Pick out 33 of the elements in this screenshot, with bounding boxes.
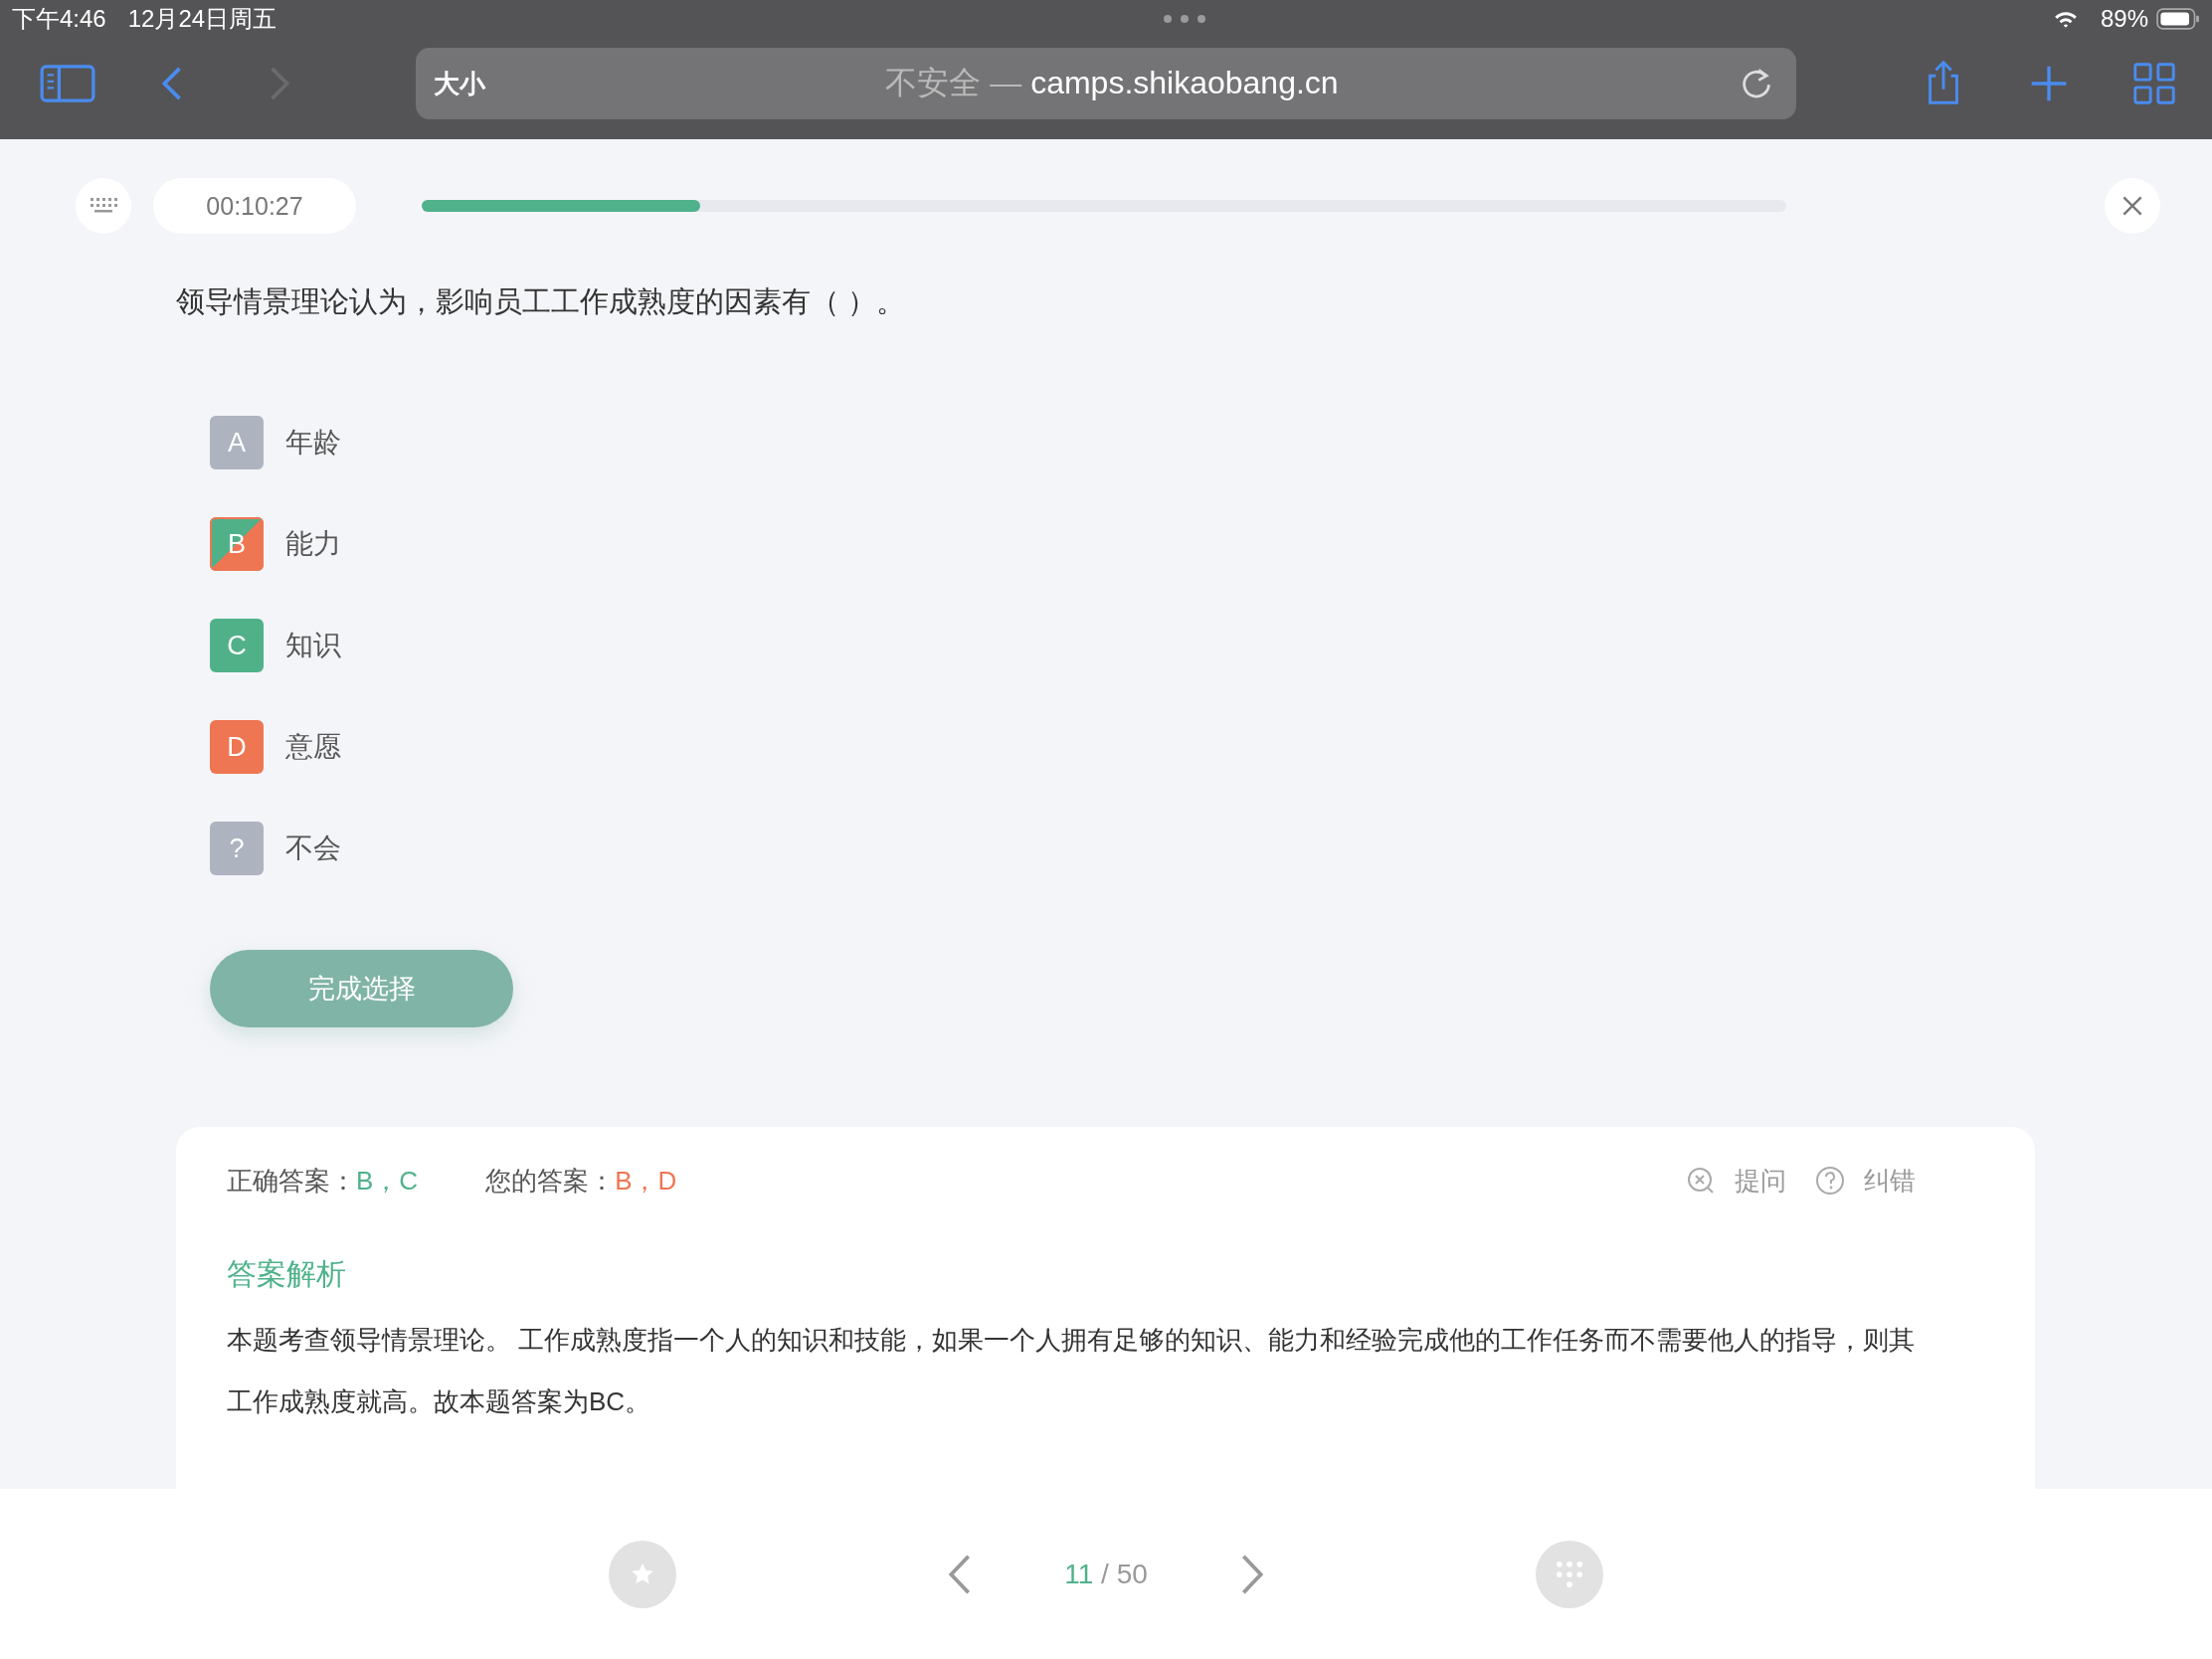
battery-icon (2156, 8, 2200, 30)
option-letter[interactable]: A (210, 416, 264, 469)
analysis-title: 答案解析 (227, 1256, 347, 1292)
current-page: 11 (1064, 1558, 1094, 1589)
total-pages: / 50 (1101, 1558, 1148, 1589)
option-letter[interactable]: D (210, 720, 264, 774)
report-button[interactable]: 纠错 (1814, 1163, 1916, 1198)
option-letter[interactable]: C (210, 619, 264, 672)
keyboard-icon (89, 196, 118, 216)
question-mark-icon (1814, 1165, 1846, 1197)
text-size-button[interactable]: 大小 (434, 66, 485, 101)
option-text[interactable]: 知识 (285, 627, 341, 664)
status-time: 下午4:46 (12, 4, 106, 34)
option-text[interactable]: 不会 (285, 830, 341, 867)
timer: 00:10:27 (153, 178, 356, 234)
ask-button[interactable]: 提问 (1685, 1163, 1786, 1198)
your-answer-label: 您的答案： (485, 1164, 616, 1198)
correct-answer-label: 正确答案： (227, 1164, 356, 1198)
address-bar[interactable]: 大小 不安全 — camps.shikaobang.cn (416, 48, 1796, 119)
security-label: 不安全 — (885, 65, 1022, 100)
option-text[interactable]: 意愿 (285, 728, 341, 766)
option-text[interactable]: 能力 (285, 525, 341, 563)
more-dots-icon[interactable] (1163, 14, 1207, 24)
option-text[interactable]: 年龄 (285, 424, 341, 461)
question-text: 领导情景理论认为，影响员工工作成熟度的因素有（ ）。 (176, 284, 907, 319)
submit-button[interactable]: 完成选择 (210, 950, 513, 1027)
analysis-text: 本题考查领导情景理论。 工作成熟度指一个人的知识和技能，如果一个人拥有足够的知识、能力和经验完成他的工作任务而不需要他人的指导，则其工作成熟度就高。故本题答案为BC。 (227, 1324, 1916, 1418)
battery-percent: 89% (2100, 5, 2148, 33)
url-text: camps.shikaobang.cn (1030, 65, 1339, 100)
your-answer-value: B，D (615, 1164, 677, 1198)
correct-answer-value: B，C (356, 1164, 419, 1198)
option-letter[interactable]: ? (210, 822, 264, 875)
status-date: 12月24日周五 (127, 4, 277, 34)
